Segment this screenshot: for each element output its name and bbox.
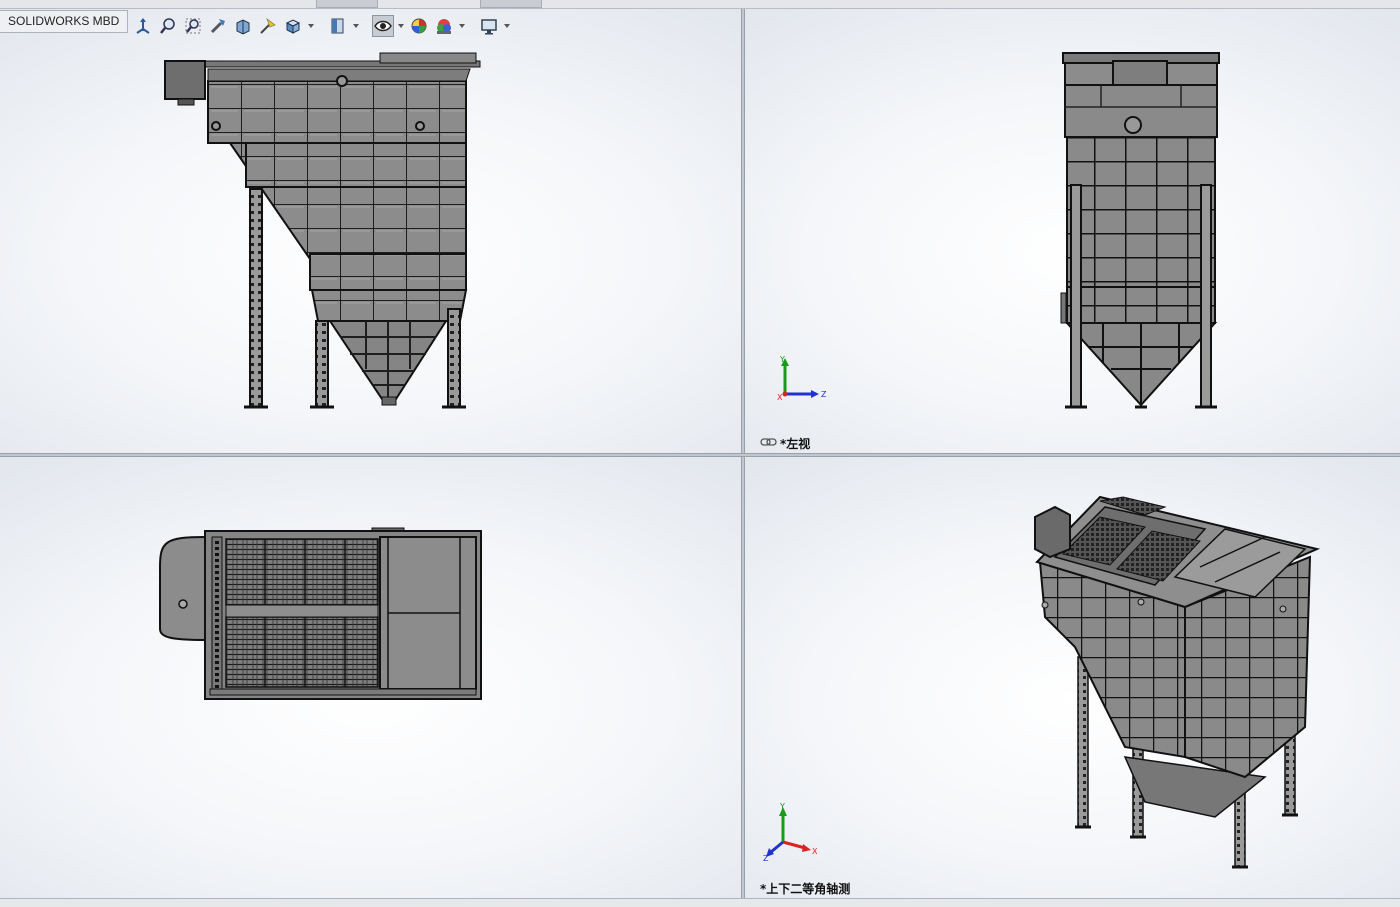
solidworks-mbd-tab[interactable]: SOLIDWORKS MBD bbox=[0, 10, 129, 33]
dynamic-annotation-icon[interactable] bbox=[257, 15, 279, 37]
triad-x-label: X bbox=[812, 847, 818, 856]
viewport-front[interactable] bbox=[0, 9, 741, 453]
chevron-down-icon[interactable] bbox=[352, 15, 360, 37]
view-label-dimetric: *上下二等角轴测 bbox=[760, 882, 851, 896]
triad-y-label: Y bbox=[779, 355, 785, 364]
apply-scene-icon[interactable] bbox=[433, 15, 455, 37]
previous-view-icon[interactable] bbox=[207, 15, 229, 37]
chevron-down-icon[interactable] bbox=[503, 15, 511, 37]
section-view-icon[interactable] bbox=[232, 15, 254, 37]
view-orientation-icon[interactable] bbox=[132, 15, 154, 37]
front-view-model bbox=[164, 52, 481, 409]
view-label-left: *左视 bbox=[780, 437, 811, 451]
viewport-splitter-horizontal[interactable] bbox=[0, 453, 1400, 457]
triad-z-label: Z bbox=[763, 854, 769, 862]
left-view-model bbox=[1060, 52, 1220, 409]
viewport-left-view[interactable]: Y Z X *左视 bbox=[745, 9, 1400, 453]
window-top-strip bbox=[0, 0, 1400, 9]
chevron-down-icon[interactable] bbox=[458, 15, 466, 37]
dimetric-view-model bbox=[1034, 495, 1321, 869]
edit-appearance-icon[interactable] bbox=[408, 15, 430, 37]
triad-y-label: Y bbox=[779, 802, 785, 811]
zoom-to-area-icon[interactable] bbox=[182, 15, 204, 37]
view-settings-icon[interactable] bbox=[478, 15, 500, 37]
triad-x-label: X bbox=[777, 393, 783, 402]
top-view-model bbox=[159, 527, 482, 700]
display-style-icon[interactable] bbox=[327, 15, 349, 37]
chevron-down-icon[interactable] bbox=[307, 15, 315, 37]
link-views-icon[interactable] bbox=[760, 437, 778, 447]
document-tab[interactable] bbox=[316, 0, 378, 8]
viewport-dimetric-view[interactable]: Y X Z *上下二等角轴测 bbox=[745, 457, 1400, 898]
hide-show-items-icon[interactable] bbox=[372, 15, 394, 37]
document-tab[interactable] bbox=[480, 0, 542, 8]
heads-up-view-toolbar bbox=[132, 13, 511, 39]
coordinate-triad-iso: Y X Z bbox=[763, 802, 818, 862]
chevron-down-icon[interactable] bbox=[397, 15, 405, 37]
view-orientation-cube-icon[interactable] bbox=[282, 15, 304, 37]
triad-z-label: Z bbox=[821, 390, 827, 399]
zoom-to-fit-icon[interactable] bbox=[157, 15, 179, 37]
viewport-top-view[interactable] bbox=[0, 457, 741, 898]
coordinate-triad: Y Z X bbox=[777, 355, 827, 402]
